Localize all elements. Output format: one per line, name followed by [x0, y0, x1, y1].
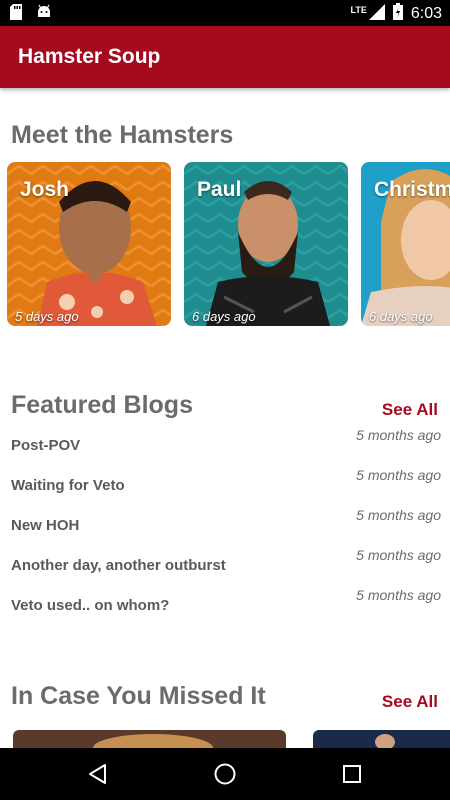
hamster-name: Christm	[374, 178, 450, 201]
blog-time: 5 months ago	[356, 427, 441, 443]
signal-icon	[368, 3, 385, 25]
hamster-card-paul[interactable]: Paul 6 days ago	[184, 162, 348, 326]
lte-label: LTE	[350, 5, 367, 15]
missed-thumbnail[interactable]	[313, 730, 450, 748]
blog-title: Post-POV	[11, 437, 81, 454]
hamster-age: 5 days ago	[15, 309, 79, 324]
recents-icon[interactable]	[340, 762, 364, 786]
missed-thumbnail[interactable]	[13, 730, 286, 748]
sd-card-icon	[10, 4, 22, 25]
status-time: 6:03	[410, 5, 442, 22]
home-icon[interactable]	[213, 762, 237, 786]
blogs-see-all-button[interactable]: See All	[382, 400, 438, 420]
hamster-name: Josh	[20, 178, 70, 201]
blog-time: 5 months ago	[356, 507, 441, 523]
blogs-heading: Featured Blogs	[11, 391, 193, 419]
app-title: Hamster Soup	[18, 45, 161, 68]
missed-carousel[interactable]	[0, 730, 450, 748]
blog-time: 5 months ago	[356, 467, 441, 483]
navigation-bar	[0, 748, 450, 800]
blog-title: Another day, another outburst	[11, 557, 226, 574]
hamster-age: 6 days ago	[192, 309, 256, 324]
blog-time: 5 months ago	[356, 587, 441, 603]
blog-title: Veto used.. on whom?	[11, 597, 170, 614]
hamster-name: Paul	[197, 178, 242, 201]
hamster-carousel[interactable]: Josh 5 days ago Paul 6 days ago Christm …	[0, 162, 450, 328]
blog-item[interactable]: Veto used.. on whom? 5 months ago	[0, 587, 450, 637]
android-icon	[36, 4, 52, 25]
hamster-card-christmas[interactable]: Christm 6 days ago	[361, 162, 450, 326]
hamsters-heading: Meet the Hamsters	[11, 121, 234, 149]
hamster-age: 6 days ago	[369, 309, 433, 324]
status-bar: LTE 6:03	[0, 0, 450, 26]
back-icon[interactable]	[86, 762, 110, 786]
blog-title: Waiting for Veto	[11, 477, 125, 494]
battery-icon	[392, 3, 403, 25]
blog-title: New HOH	[11, 517, 80, 534]
app-bar: Hamster Soup	[0, 26, 450, 88]
missed-see-all-button[interactable]: See All	[382, 692, 438, 712]
missed-heading: In Case You Missed It	[11, 682, 266, 710]
hamster-card-josh[interactable]: Josh 5 days ago	[7, 162, 171, 326]
blog-time: 5 months ago	[356, 547, 441, 563]
